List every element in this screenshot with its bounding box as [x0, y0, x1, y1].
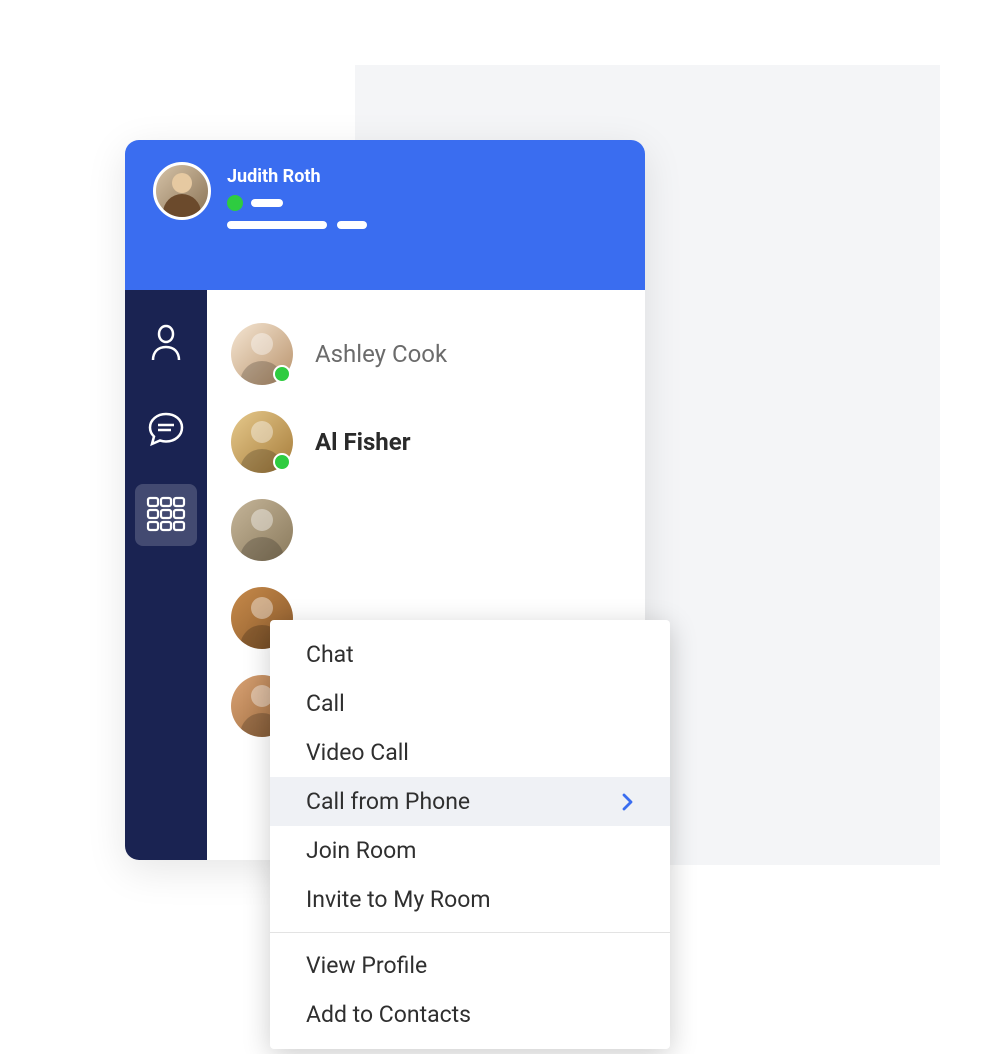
person-icon — [149, 324, 183, 362]
contact-avatar-wrap — [231, 411, 293, 473]
contact-item-al-fisher[interactable]: Al Fisher — [207, 398, 645, 486]
menu-item-add-to-contacts[interactable]: Add to Contacts — [270, 990, 670, 1039]
header: Judith Roth — [125, 140, 645, 290]
chat-bubble-icon — [147, 411, 185, 447]
status-text-placeholder — [251, 199, 283, 207]
menu-item-chat[interactable]: Chat — [270, 630, 670, 679]
menu-item-invite-to-my-room[interactable]: Invite to My Room — [270, 875, 670, 924]
menu-item-label: Invite to My Room — [306, 886, 490, 913]
sidebar-tab-chat[interactable] — [135, 398, 197, 460]
menu-item-call-from-phone[interactable]: Call from Phone — [270, 777, 670, 826]
chevron-right-icon — [622, 793, 634, 811]
contact-item[interactable] — [207, 486, 645, 574]
menu-item-call[interactable]: Call — [270, 679, 670, 728]
menu-item-video-call[interactable]: Video Call — [270, 728, 670, 777]
menu-item-join-room[interactable]: Join Room — [270, 826, 670, 875]
contact-name: Ashley Cook — [315, 340, 447, 368]
menu-item-label: Join Room — [306, 837, 416, 864]
context-menu: Chat Call Video Call Call from Phone Joi… — [270, 620, 670, 1049]
user-sub-row — [227, 221, 367, 229]
sidebar — [125, 290, 207, 860]
contact-avatar — [231, 499, 293, 561]
contact-avatar-wrap — [231, 323, 293, 385]
contact-name: Al Fisher — [315, 428, 410, 456]
user-info: Judith Roth — [227, 162, 367, 229]
dialpad-icon — [146, 496, 186, 534]
sidebar-tab-dialpad[interactable] — [135, 484, 197, 546]
contact-avatar-wrap — [231, 499, 293, 561]
user-status-row — [227, 195, 367, 211]
user-avatar[interactable] — [153, 162, 211, 220]
menu-item-view-profile[interactable]: View Profile — [270, 941, 670, 990]
sidebar-tab-contacts[interactable] — [135, 312, 197, 374]
online-status-dot — [273, 365, 291, 383]
online-status-indicator — [227, 195, 243, 211]
menu-item-label: Chat — [306, 641, 354, 668]
menu-item-label: Video Call — [306, 739, 409, 766]
contact-item-ashley-cook[interactable]: Ashley Cook — [207, 310, 645, 398]
menu-item-label: Call — [306, 690, 345, 717]
menu-item-label: Add to Contacts — [306, 1001, 471, 1028]
menu-divider — [270, 932, 670, 933]
status-extra-placeholder — [337, 221, 367, 229]
menu-item-label: View Profile — [306, 952, 427, 979]
online-status-dot — [273, 453, 291, 471]
menu-item-label: Call from Phone — [306, 788, 470, 815]
user-name: Judith Roth — [227, 166, 367, 187]
status-message-placeholder — [227, 221, 327, 229]
